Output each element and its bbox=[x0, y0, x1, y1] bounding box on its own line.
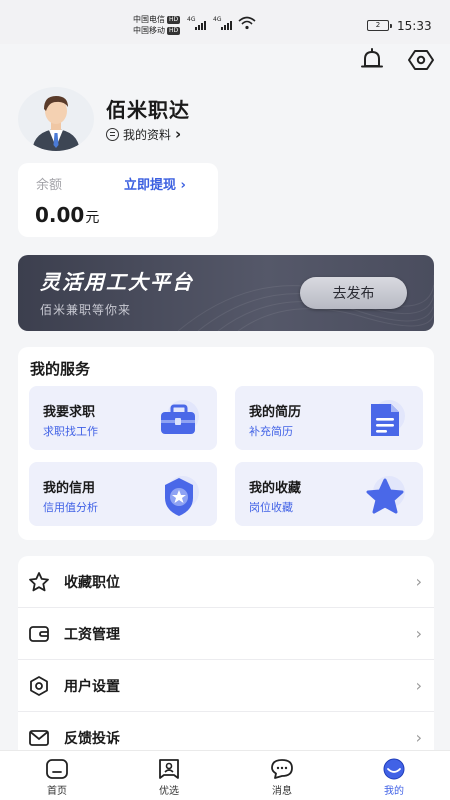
username: 佰米职达 bbox=[106, 98, 190, 122]
clock: 15:33 bbox=[397, 19, 432, 33]
publish-button[interactable]: 去发布 bbox=[300, 277, 407, 309]
service-name: 我的信用 bbox=[43, 481, 96, 496]
tab-label: 优选 bbox=[159, 786, 179, 797]
banner-title: 灵活用工大平台 bbox=[40, 270, 194, 294]
mail-icon bbox=[28, 727, 50, 749]
bell-icon[interactable] bbox=[358, 46, 386, 74]
signal-icon bbox=[221, 18, 232, 30]
my-profile-label: 我的资料 bbox=[123, 127, 172, 142]
service-my-favorites[interactable]: 我的收藏 岗位收藏 bbox=[235, 462, 423, 526]
settings-menu: 收藏职位 › 工资管理 › 用户设置 › 反馈投诉 › bbox=[18, 556, 434, 750]
chevron-right-icon: › bbox=[415, 676, 422, 695]
profile-icon bbox=[382, 758, 406, 780]
menu-item-favorite-jobs[interactable]: 收藏职位 › bbox=[18, 556, 434, 608]
wifi-icon bbox=[238, 16, 256, 30]
balance-card: 余额 立即提现 › 0.00元 bbox=[18, 163, 218, 237]
menu-label: 反馈投诉 bbox=[64, 730, 120, 747]
tab-home[interactable]: 首页 bbox=[27, 758, 87, 798]
service-desc: 信用值分析 bbox=[43, 501, 98, 514]
menu-label: 收藏职位 bbox=[64, 574, 120, 591]
services-title: 我的服务 bbox=[30, 360, 91, 378]
carrier-info: 中国电信 HD 中国移动 HD bbox=[133, 14, 181, 36]
message-icon bbox=[270, 758, 294, 780]
menu-label: 工资管理 bbox=[64, 626, 120, 643]
service-desc: 求职找工作 bbox=[43, 425, 98, 438]
my-services-panel: 我的服务 我要求职 求职找工作 我的简历 补充简历 我的信用 信用值分析 我的收… bbox=[18, 347, 434, 540]
status-bar: 中国电信 HD 中国移动 HD 4G 4G 2 15:33 bbox=[0, 0, 450, 44]
carrier-2: 中国移动 bbox=[133, 26, 165, 35]
menu-item-feedback[interactable]: 反馈投诉 › bbox=[18, 712, 434, 750]
star-outline-icon bbox=[28, 571, 50, 593]
balance-value: 0.00 bbox=[35, 203, 85, 227]
hd-badge: HD bbox=[167, 15, 181, 24]
service-desc: 岗位收藏 bbox=[249, 501, 293, 514]
settings-icon[interactable] bbox=[407, 46, 435, 74]
chevron-right-icon: › bbox=[415, 572, 422, 591]
balance-label: 余额 bbox=[36, 178, 63, 193]
tab-label: 消息 bbox=[272, 786, 292, 797]
picks-icon bbox=[157, 758, 181, 780]
service-name: 我的收藏 bbox=[249, 481, 302, 496]
document-icon bbox=[106, 127, 119, 141]
avatar[interactable] bbox=[18, 87, 94, 151]
chevron-right-icon: › bbox=[415, 624, 422, 643]
balance-amount: 0.00元 bbox=[35, 203, 99, 227]
tab-label: 首页 bbox=[47, 786, 67, 797]
resume-icon bbox=[371, 400, 405, 436]
chevron-right-icon: › bbox=[180, 178, 186, 193]
tab-profile[interactable]: 我的 bbox=[364, 758, 424, 798]
withdraw-label: 立即提现 bbox=[124, 178, 177, 193]
bottom-tab-bar: 首页 优选 消息 我的 bbox=[0, 750, 450, 800]
balance-unit: 元 bbox=[85, 210, 100, 226]
home-icon bbox=[45, 758, 69, 780]
tab-messages[interactable]: 消息 bbox=[252, 758, 312, 798]
chevron-right-icon: › bbox=[175, 125, 182, 143]
menu-item-user-settings[interactable]: 用户设置 › bbox=[18, 660, 434, 712]
chevron-right-icon: › bbox=[415, 728, 422, 747]
menu-label: 用户设置 bbox=[64, 678, 120, 695]
battery-icon: 2 bbox=[367, 20, 392, 31]
star-icon bbox=[366, 476, 405, 514]
hd-badge: HD bbox=[167, 26, 181, 35]
withdraw-button[interactable]: 立即提现 › bbox=[124, 174, 186, 193]
signal-icon bbox=[195, 18, 206, 30]
carrier-1: 中国电信 bbox=[133, 15, 165, 24]
menu-item-salary-management[interactable]: 工资管理 › bbox=[18, 608, 434, 660]
service-job-seeking[interactable]: 我要求职 求职找工作 bbox=[29, 386, 217, 450]
settings-icon bbox=[28, 675, 50, 697]
promo-banner[interactable]: 灵活用工大平台 佰米兼职等你来 去发布 bbox=[18, 255, 434, 331]
wallet-icon bbox=[28, 623, 50, 645]
tab-label: 我的 bbox=[384, 786, 404, 797]
briefcase-icon bbox=[161, 400, 199, 434]
service-name: 我要求职 bbox=[43, 405, 96, 420]
my-profile-link[interactable]: 我的资料 › bbox=[106, 125, 181, 143]
service-my-resume[interactable]: 我的简历 补充简历 bbox=[235, 386, 423, 450]
service-my-credit[interactable]: 我的信用 信用值分析 bbox=[29, 462, 217, 526]
banner-subtitle: 佰米兼职等你来 bbox=[40, 303, 132, 317]
tab-picks[interactable]: 优选 bbox=[139, 758, 199, 798]
badge-icon bbox=[165, 476, 199, 516]
service-desc: 补充简历 bbox=[249, 425, 293, 438]
service-name: 我的简历 bbox=[249, 405, 302, 420]
